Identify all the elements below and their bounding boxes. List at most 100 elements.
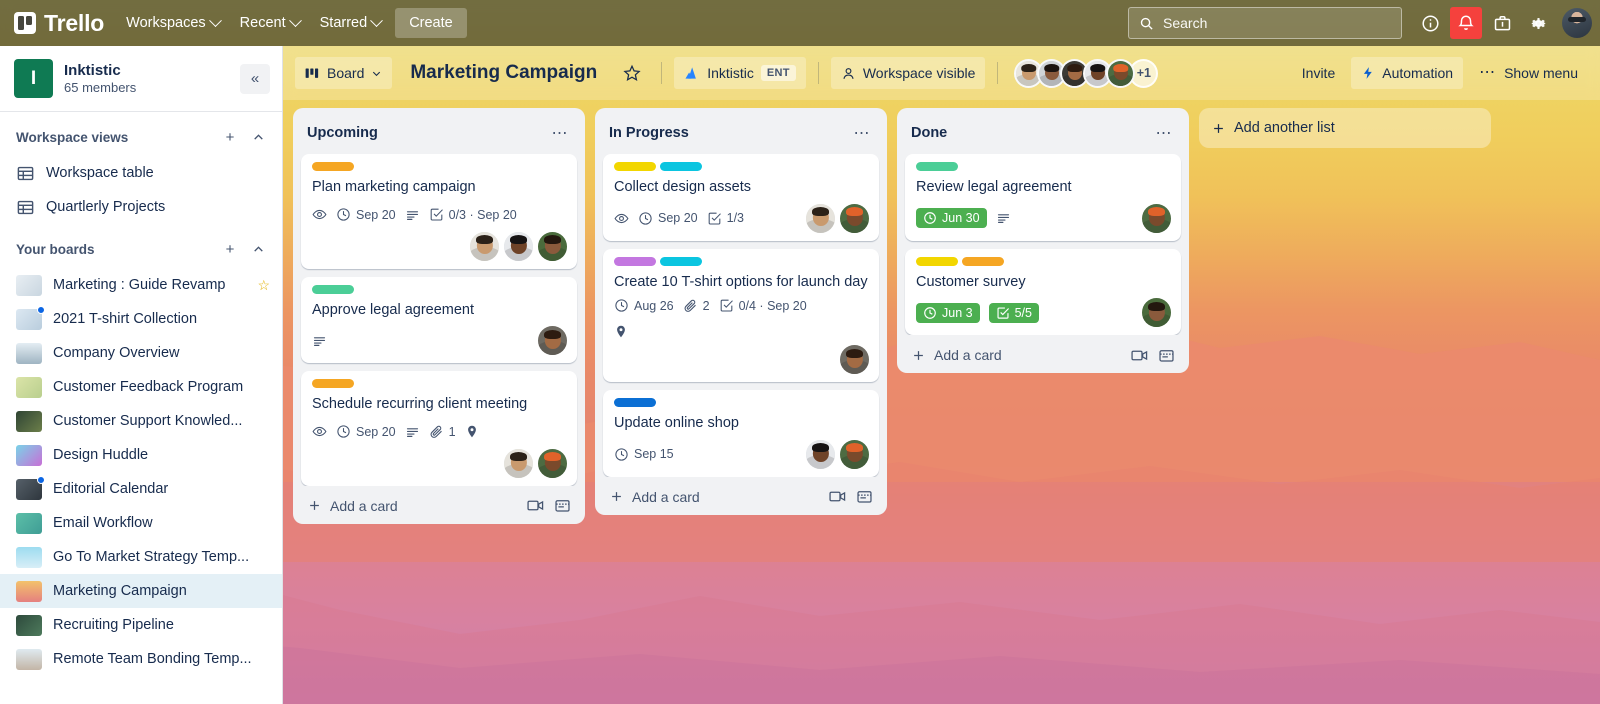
- card-member-avatar[interactable]: [806, 203, 835, 233]
- card-member-avatar[interactable]: [470, 231, 499, 261]
- workspace-chip[interactable]: Inktistic ENT: [674, 57, 806, 89]
- card-member-avatar[interactable]: [806, 439, 835, 469]
- notifications-button[interactable]: [1450, 7, 1482, 39]
- sidebar-board-item[interactable]: 2021 T-shirt Collection: [0, 302, 282, 336]
- settings-button[interactable]: [1522, 7, 1554, 39]
- list-actions-button[interactable]: ⋯: [849, 120, 875, 146]
- video-camera-icon[interactable]: [527, 499, 544, 512]
- board-card[interactable]: Review legal agreement Jun 30: [905, 154, 1181, 241]
- card-member-avatar[interactable]: [1142, 298, 1171, 328]
- card-member-avatar[interactable]: [1142, 203, 1171, 233]
- board-card[interactable]: Schedule recurring client meeting Sep 20 1: [301, 371, 577, 486]
- card-label[interactable]: [312, 379, 354, 389]
- card-badge-text: Aug 26: [634, 298, 674, 313]
- sidebar-item-quartlerly-projects[interactable]: Quartlerly Projects: [0, 190, 282, 224]
- card-badge-due-date: Sep 15: [614, 447, 674, 462]
- card-label[interactable]: [660, 162, 702, 171]
- list-actions-button[interactable]: ⋯: [1151, 120, 1177, 146]
- board-card[interactable]: Plan marketing campaign Sep 20 0/3 · Sep 2…: [301, 154, 577, 269]
- card-badge-due-date-complete: Jun 3: [916, 302, 980, 323]
- add-card-button[interactable]: Add a card: [599, 481, 883, 511]
- card-member-avatar[interactable]: [840, 345, 869, 375]
- card-member-avatar[interactable]: [840, 203, 869, 233]
- add-another-list-button[interactable]: Add another list: [1199, 108, 1491, 148]
- board-view-switcher[interactable]: Board: [295, 57, 393, 89]
- list-actions-button[interactable]: ⋯: [547, 120, 573, 146]
- card-badge-location: [465, 424, 479, 439]
- board-card[interactable]: Approve legal agreement: [301, 276, 577, 364]
- card-template-icon[interactable]: [554, 498, 571, 513]
- sidebar-board-item[interactable]: Customer Support Knowled...: [0, 404, 282, 438]
- card-member-avatar[interactable]: [840, 439, 869, 469]
- sidebar-board-item[interactable]: Email Workflow: [0, 506, 282, 540]
- show-menu-button[interactable]: ⋯ Show menu: [1469, 57, 1588, 89]
- sidebar-board-item[interactable]: Marketing Campaign: [0, 574, 282, 608]
- card-label[interactable]: [614, 398, 656, 408]
- card-member-avatar[interactable]: [504, 448, 533, 478]
- add-card-button[interactable]: Add a card: [297, 490, 581, 520]
- info-icon: [1421, 14, 1439, 32]
- card-member-avatar[interactable]: [504, 231, 533, 261]
- card-label[interactable]: [312, 162, 354, 171]
- sidebar-item-workspace-table[interactable]: Workspace table: [0, 156, 282, 190]
- card-template-icon[interactable]: [1158, 348, 1175, 363]
- description-icon: [406, 210, 418, 220]
- card-label[interactable]: [916, 162, 958, 171]
- apps-button[interactable]: [1486, 7, 1518, 39]
- collapse-sidebar-button[interactable]: «: [240, 63, 270, 94]
- board-canvas: Upcoming ⋯ Plan marketing campaign Sep 20 0/…: [283, 100, 1600, 704]
- add-board-button[interactable]: +: [218, 237, 242, 261]
- video-camera-icon[interactable]: [829, 490, 846, 503]
- card-label[interactable]: [614, 162, 656, 171]
- star-filled-icon[interactable]: ☆: [257, 277, 270, 294]
- automation-button[interactable]: Automation: [1351, 57, 1464, 89]
- card-member-avatar[interactable]: [538, 448, 567, 478]
- list-title: Upcoming: [307, 125, 378, 141]
- collapse-workspace-views-button[interactable]: [246, 125, 270, 149]
- board-card[interactable]: Collect design assets Sep 20 1/3: [603, 154, 879, 241]
- card-member-avatar[interactable]: [538, 326, 567, 356]
- user-avatar[interactable]: [1562, 8, 1592, 38]
- collapse-your-boards-button[interactable]: [246, 237, 270, 261]
- nav-menu-starred[interactable]: Starred: [310, 9, 392, 37]
- info-button[interactable]: [1414, 7, 1446, 39]
- trello-logo[interactable]: Trello: [14, 10, 104, 37]
- add-card-label: Add a card: [934, 347, 1002, 364]
- card-label[interactable]: [962, 256, 1004, 266]
- sidebar-board-item[interactable]: Go To Market Strategy Temp...: [0, 540, 282, 574]
- sidebar-board-item[interactable]: Customer Feedback Program: [0, 370, 282, 404]
- nav-menu-recent[interactable]: Recent: [230, 9, 310, 37]
- card-member-avatar[interactable]: [538, 231, 567, 261]
- sidebar-board-item[interactable]: Company Overview: [0, 336, 282, 370]
- sidebar-board-item[interactable]: Design Huddle: [0, 438, 282, 472]
- search-input[interactable]: Search: [1128, 7, 1402, 39]
- sidebar-board-item[interactable]: Editorial Calendar: [0, 472, 282, 506]
- star-board-button[interactable]: [615, 57, 649, 89]
- card-badge-text: Jun 3: [942, 305, 973, 320]
- card-label[interactable]: [916, 256, 958, 266]
- board-card[interactable]: Customer survey Jun 3 5/5: [905, 248, 1181, 336]
- sidebar-board-item[interactable]: Recruiting Pipeline: [0, 608, 282, 642]
- sidebar-board-item[interactable]: Marketing : Guide Revamp ☆: [0, 268, 282, 302]
- card-title: Create 10 T-shirt options for launch day: [614, 273, 868, 290]
- add-card-button[interactable]: Add a card: [901, 339, 1185, 369]
- card-members: [538, 326, 567, 356]
- board-member-avatar[interactable]: [1106, 58, 1136, 88]
- card-label[interactable]: [312, 284, 354, 294]
- nav-menu-workspaces[interactable]: Workspaces: [116, 9, 230, 37]
- add-workspace-view-button[interactable]: +: [218, 125, 242, 149]
- due-date-clock-icon: [924, 306, 936, 319]
- card-template-icon[interactable]: [856, 489, 873, 504]
- invite-button[interactable]: Invite: [1292, 57, 1345, 89]
- visibility-button[interactable]: Workspace visible: [830, 57, 986, 89]
- board-card[interactable]: Create 10 T-shirt options for launch day…: [603, 248, 879, 383]
- card-label[interactable]: [614, 256, 656, 266]
- card-title: Schedule recurring client meeting: [312, 396, 528, 413]
- due-date-clock-icon: [639, 211, 652, 225]
- card-label[interactable]: [660, 256, 702, 266]
- video-camera-icon[interactable]: [1131, 349, 1148, 362]
- chevron-down-icon: [373, 71, 381, 76]
- create-button[interactable]: Create: [395, 8, 467, 38]
- board-card[interactable]: Update online shop Sep 15: [603, 390, 879, 477]
- sidebar-board-item[interactable]: Remote Team Bonding Temp...: [0, 642, 282, 676]
